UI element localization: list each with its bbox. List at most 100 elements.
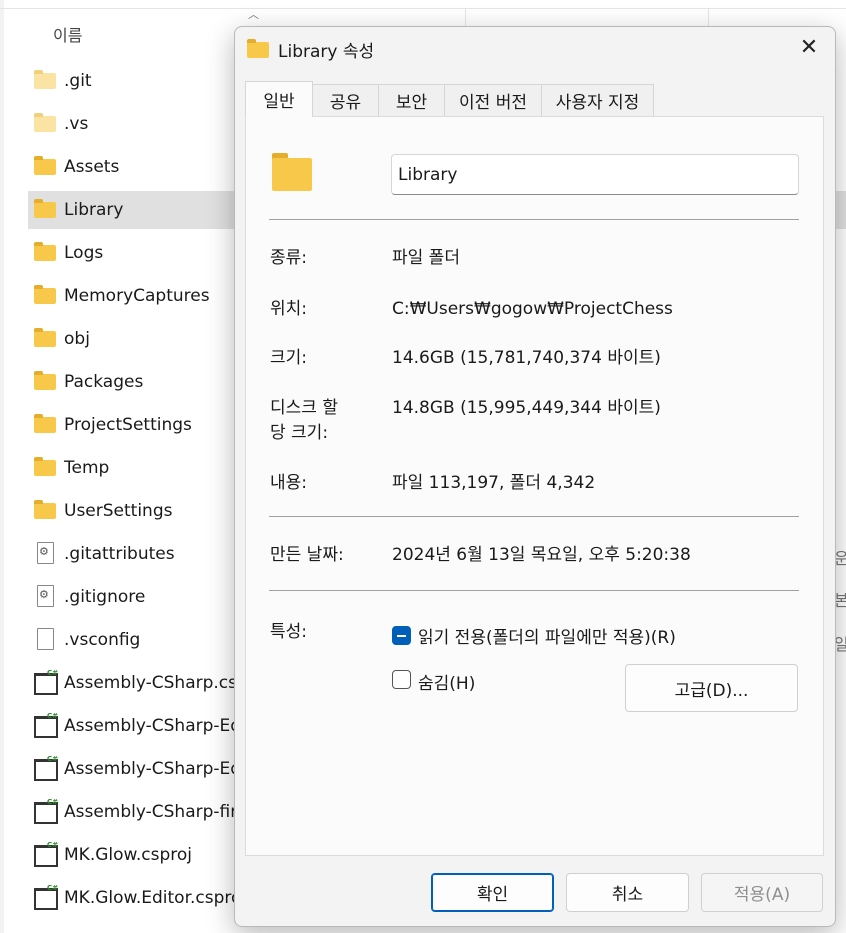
file-name: Assets (64, 157, 120, 177)
file-name: .vsconfig (64, 630, 141, 650)
file-row[interactable]: .git (28, 62, 268, 100)
file-row[interactable]: MK.Glow.Editor.csproj (28, 879, 268, 917)
file-name: Assembly-CSharp-Ed (64, 759, 242, 779)
tab-security[interactable]: 보안 (378, 84, 445, 116)
created-value: 2024년 6월 13일 목요일, 오후 5:20:38 (392, 545, 691, 565)
column-header-name[interactable]: 이름 (53, 22, 82, 46)
file-name: .gitignore (64, 587, 146, 607)
folder-name-input[interactable] (391, 154, 799, 195)
file-row[interactable]: MK.Glow.csproj (28, 836, 268, 874)
general-tab-panel: 종류: 파일 폴더 위치: C:₩Users₩gogow₩ProjectChes… (245, 116, 824, 856)
properties-dialog: Library 속성 ✕ 일반 공유 보안 이전 버전 사용자 지정 종류: 파… (234, 26, 836, 927)
csproj-icon (34, 798, 58, 824)
tab-previous-versions[interactable]: 이전 버전 (444, 84, 542, 116)
folder-icon (34, 457, 56, 478)
location-value: C:₩Users₩gogow₩ProjectChess (392, 299, 673, 319)
file-row[interactable]: UserSettings (28, 492, 268, 530)
cancel-button[interactable]: 취소 (566, 873, 689, 912)
file-row[interactable]: Assembly-CSharp-Ed (28, 707, 268, 745)
size-value: 14.6GB (15,781,740,374 바이트) (392, 348, 661, 368)
file-name: Packages (64, 372, 144, 392)
tab-general[interactable]: 일반 (245, 81, 313, 117)
dialog-title: Library 속성 (278, 42, 375, 62)
file-row[interactable]: Temp (28, 449, 268, 487)
file-name: Temp (64, 458, 110, 478)
ok-button[interactable]: 확인 (431, 873, 554, 912)
file-row[interactable]: .gitignore (28, 578, 268, 616)
divider (269, 516, 799, 517)
disk-size-label-cont: 당 크기: (270, 423, 329, 443)
csproj-icon (34, 841, 58, 867)
folder-icon (34, 414, 56, 435)
created-label: 만든 날짜: (270, 545, 344, 565)
type-value: 파일 폴더 (392, 248, 460, 268)
folder-light-icon (34, 113, 56, 134)
csproj-icon (34, 669, 58, 695)
folder-icon (272, 153, 312, 191)
csproj-icon (34, 712, 58, 738)
folder-light-icon (34, 70, 56, 91)
header-divider (0, 8, 846, 9)
close-icon: ✕ (799, 34, 819, 60)
file-name: .git (64, 71, 92, 91)
folder-icon (34, 199, 56, 220)
settings-file-icon (34, 542, 56, 564)
hidden-label[interactable]: 숨김(H) (418, 669, 475, 694)
divider (269, 590, 799, 591)
file-name: .gitattributes (64, 544, 175, 564)
title-folder-icon (247, 39, 269, 58)
location-label: 위치: (270, 299, 308, 319)
file-icon (34, 628, 56, 650)
file-name: ProjectSettings (64, 415, 192, 435)
folder-icon (34, 500, 56, 521)
folder-icon (34, 242, 56, 263)
file-name: obj (64, 329, 90, 349)
file-name: Assembly-CSharp.csp (64, 673, 248, 693)
apply-button[interactable]: 적용(A) (701, 873, 823, 912)
file-row[interactable]: .vsconfig (28, 621, 268, 659)
file-name: MK.Glow.Editor.csproj (64, 888, 247, 908)
navigation-pane-edge (0, 0, 4, 933)
disk-size-label: 디스크 할 (270, 398, 338, 418)
file-row[interactable]: Logs (28, 234, 268, 272)
csproj-icon (34, 755, 58, 781)
file-row[interactable]: .vs (28, 105, 268, 143)
tab-sharing[interactable]: 공유 (312, 84, 379, 116)
file-row[interactable]: Packages (28, 363, 268, 401)
close-button[interactable]: ✕ (789, 29, 829, 65)
file-row[interactable]: Assets (28, 148, 268, 186)
file-row[interactable]: Assembly-CSharp-Ed (28, 750, 268, 788)
tab-customize[interactable]: 사용자 지정 (541, 84, 654, 116)
csproj-icon (34, 884, 58, 910)
file-name: Assembly-CSharp-Ed (64, 716, 242, 736)
file-row[interactable]: Assembly-CSharp.csp (28, 664, 268, 702)
file-name: UserSettings (64, 501, 173, 521)
advanced-button[interactable]: 고급(D)... (625, 664, 798, 712)
file-name: MK.Glow.csproj (64, 845, 192, 865)
settings-file-icon (34, 585, 56, 607)
file-name: MemoryCaptures (64, 286, 210, 306)
readonly-label[interactable]: 읽기 전용(폴더의 파일에만 적용)(R) (418, 623, 676, 648)
file-row[interactable]: obj (28, 320, 268, 358)
type-label: 종류: (270, 248, 308, 268)
file-row[interactable]: ProjectSettings (28, 406, 268, 444)
readonly-checkbox[interactable] (392, 626, 411, 645)
file-name: .vs (64, 114, 89, 134)
sort-ascending-icon[interactable]: ︿ (248, 6, 259, 22)
contents-label: 내용: (270, 473, 308, 493)
file-row[interactable]: Assembly-CSharp-firs (28, 793, 268, 831)
folder-icon (34, 156, 56, 177)
folder-icon (34, 328, 56, 349)
hidden-checkbox[interactable] (392, 670, 411, 689)
file-row[interactable]: MemoryCaptures (28, 277, 268, 315)
folder-icon (34, 371, 56, 392)
contents-value: 파일 113,197, 폴더 4,342 (392, 473, 596, 493)
file-name: Assembly-CSharp-firs (64, 802, 247, 822)
file-row[interactable]: .gitattributes (28, 535, 268, 573)
attributes-label: 특성: (270, 622, 308, 642)
file-name: Logs (64, 243, 104, 263)
file-name: Library (64, 200, 124, 220)
size-label: 크기: (270, 348, 308, 368)
divider (269, 219, 799, 220)
disk-size-value: 14.8GB (15,995,449,344 바이트) (392, 398, 661, 418)
